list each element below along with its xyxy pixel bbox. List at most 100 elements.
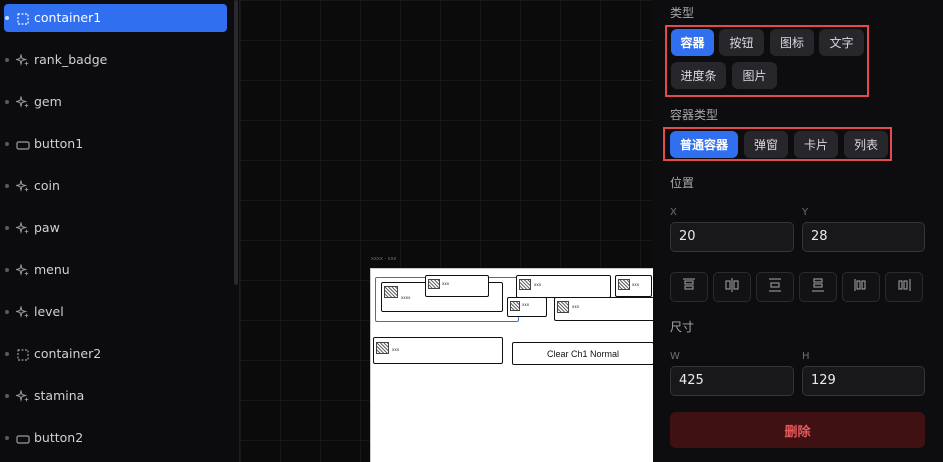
layer-item-button1[interactable]: button1 [4,130,227,158]
align-right-button[interactable] [885,272,923,302]
layer-label: container2 [34,346,102,361]
align-bottom-button[interactable] [756,272,794,302]
container-type-section-title: 容器类型 [670,108,719,122]
image-placeholder-icon [510,301,520,311]
layer-label: paw [34,220,60,235]
container-type-card[interactable]: 卡片 [794,131,838,158]
layer-item-container1[interactable]: container1 [4,4,227,32]
w-label: W [670,351,680,362]
x-label: X [670,207,677,218]
align-horizontal-center-button[interactable] [842,272,880,302]
height-input[interactable]: 129 [802,366,925,396]
layer-item-level[interactable]: level [4,298,227,326]
layer-dot [5,268,9,272]
image-placeholder-icon [557,301,569,313]
align-bottom-icon [767,277,783,297]
layer-item-stamina[interactable]: stamina [4,382,227,410]
design-canvas[interactable]: xxxx · xxx xxxx xxx xxx xxx xxx xxx xxx … [240,0,653,462]
canvas-node-level[interactable]: xxx [554,297,653,321]
align-top-button[interactable] [670,272,708,302]
layer-dot [5,436,9,440]
node-text: xxx [392,347,400,352]
y-input[interactable]: 28 [802,222,925,252]
image-placeholder-icon [618,279,630,290]
layer-item-paw[interactable]: paw [4,214,227,242]
type-option-image[interactable]: 图片 [732,62,777,89]
node-text: xxx [572,304,580,309]
layer-dot [5,100,9,104]
canvas-node-menu[interactable]: xxx [507,297,547,317]
node-text: xxx [534,282,542,287]
width-input[interactable]: 425 [670,366,794,396]
sparkle-icon [14,263,30,277]
layer-item-menu[interactable]: menu [4,256,227,284]
layer-dot [5,58,9,62]
layer-panel-scrollbar[interactable] [234,0,238,285]
sparkle-icon [14,53,30,67]
container-icon [16,11,30,25]
layer-item-container2[interactable]: container2 [4,340,227,368]
image-placeholder-icon [519,279,531,290]
align-left-button[interactable] [799,272,837,302]
layer-item-rank-badge[interactable]: rank_badge [4,46,227,74]
layer-dot [5,352,9,356]
layer-label: container1 [34,10,102,25]
artboard-frame[interactable]: xxxx xxx xxx xxx xxx xxx xxx Clear Ch1 N… [370,268,653,462]
layer-item-gem[interactable]: gem [4,88,227,116]
sparkle-icon [14,389,30,403]
container-type-popup[interactable]: 弹窗 [744,131,788,158]
layer-dot [5,310,9,314]
type-option-icon[interactable]: 图标 [770,29,814,56]
delete-button[interactable]: 删除 [670,412,925,448]
node-text: xxx [632,282,640,287]
frame-label: xxxx · xxx [371,256,397,262]
layer-dot [5,16,9,20]
layer-item-coin[interactable]: coin [4,172,227,200]
node-text: xxxx [401,295,411,300]
align-vertical-center-button[interactable] [713,272,751,302]
layer-dot [5,394,9,398]
layer-dot [5,184,9,188]
container-icon [16,347,30,361]
image-placeholder-icon [376,342,389,354]
layer-label: gem [34,94,62,109]
layer-dot [5,226,9,230]
container-type-list[interactable]: 列表 [844,131,888,158]
layer-label: rank_badge [34,52,108,67]
image-placeholder-icon [384,286,398,298]
sparkle-icon [14,221,30,235]
sparkle-icon [14,179,30,193]
layer-label: button2 [34,430,84,445]
button-icon [16,431,30,445]
align-vertical-center-icon [724,277,740,297]
layer-item-button2[interactable]: button2 [4,424,227,452]
align-top-icon [681,277,697,297]
layer-panel: container1 rank_badgegem button1 coin paw men… [0,0,240,462]
canvas-node-paw[interactable]: xxx [615,275,652,297]
align-left-icon [810,277,826,297]
canvas-node-stamina[interactable]: xxx [373,337,503,364]
type-option-text[interactable]: 文字 [819,29,864,56]
image-placeholder-icon [428,279,440,289]
editor-app: container1 rank_badgegem button1 coin paw men… [0,0,943,462]
layer-label: menu [34,262,70,277]
type-option-progress-bar[interactable]: 进度条 [671,62,726,89]
sparkle-icon [14,305,30,319]
h-label: H [802,351,810,362]
layer-label: level [34,304,64,319]
button-icon [16,137,30,151]
node-text: xxx [442,281,450,286]
layer-dot [5,142,9,146]
x-input[interactable]: 20 [670,222,794,252]
layer-label: button1 [34,136,84,151]
layer-label: stamina [34,388,85,403]
canvas-node-coin[interactable]: xxx [516,275,611,298]
y-label: Y [802,207,809,218]
canvas-node-button2[interactable]: Clear Ch1 Normal [512,342,653,365]
canvas-node-gem[interactable]: xxx [425,275,489,297]
layer-label: coin [34,178,60,193]
type-option-container[interactable]: 容器 [671,29,714,56]
position-section-title: 位置 [670,176,695,190]
container-type-normal[interactable]: 普通容器 [670,131,738,158]
type-option-button[interactable]: 按钮 [719,29,764,56]
